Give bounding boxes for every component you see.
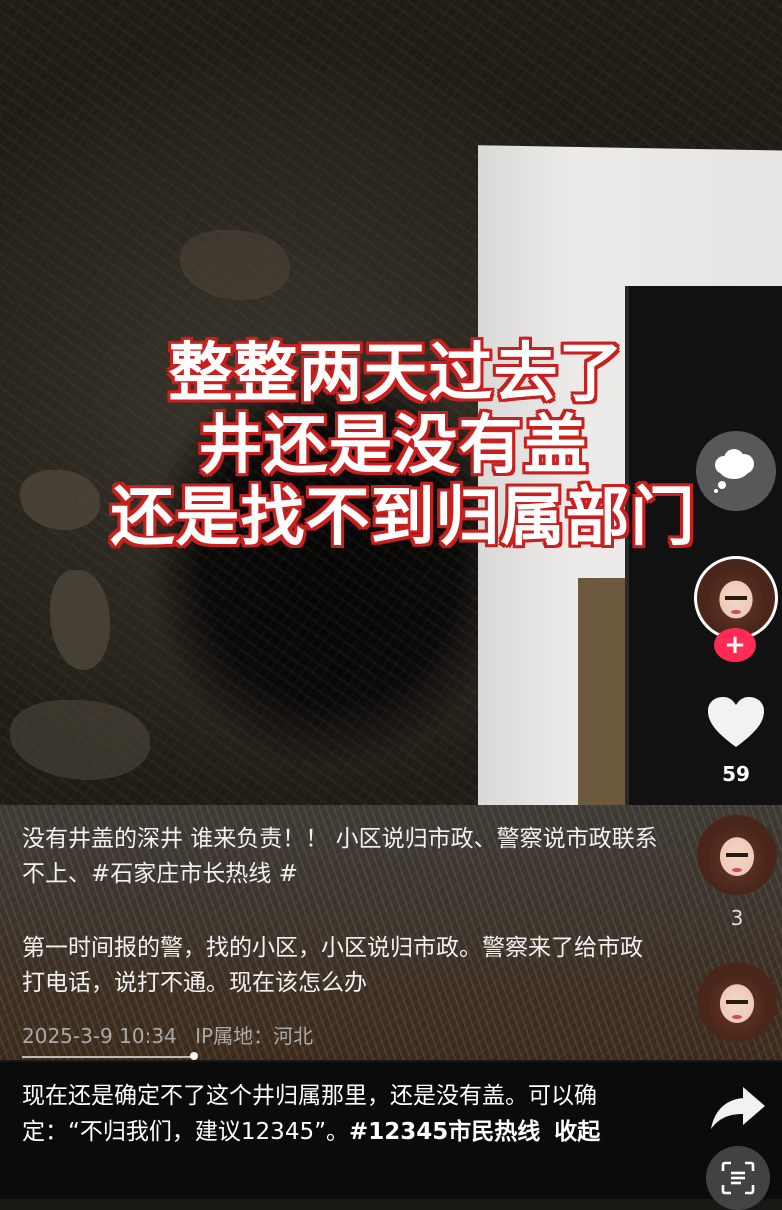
caption-hashtag[interactable]: #12345市民热线 <box>349 1119 540 1145</box>
commenter-avatar[interactable] <box>697 815 777 895</box>
overlay-line: 还是找不到归属部门 <box>110 481 696 555</box>
video-caption: 现在还是确定不了这个井归属那里，还是没有盖。可以确定：“不归我们，建议12345… <box>22 1078 662 1150</box>
avatar-eyes <box>725 852 749 858</box>
comment-bubble-icon <box>714 449 754 493</box>
like-count: 59 <box>722 762 750 786</box>
video-overlay-text: 整整两天过去了 井还是没有盖 还是找不到归属部门 <box>0 338 782 554</box>
scan-text-button[interactable] <box>706 1146 770 1210</box>
video-progress-bar[interactable] <box>22 1056 192 1058</box>
share-button[interactable] <box>706 1076 770 1140</box>
follow-button[interactable]: + <box>714 628 756 662</box>
video-frame[interactable]: 整整两天过去了 井还是没有盖 还是找不到归属部门 <box>0 0 782 805</box>
avatar-mouth <box>732 867 742 872</box>
comment-bubble-button[interactable] <box>696 431 776 511</box>
heart-icon <box>708 697 764 747</box>
like-button[interactable] <box>704 692 768 752</box>
reply-count: 3 <box>730 906 744 930</box>
avatar-eyes <box>725 595 747 601</box>
progress-handle[interactable] <box>190 1052 198 1060</box>
comment-text: 第一时间报的警，找的小区，小区说归市政。警察来了给市政打电话，说打不通。现在该怎… <box>22 935 643 996</box>
overlay-line: 整整两天过去了 <box>168 337 624 411</box>
avatar-mouth <box>731 610 741 615</box>
comment-date: 2025-3-9 10:34 <box>22 1024 177 1048</box>
comment-text: 没有井盖的深井 谁来负责！！ 小区说归市政、警察说市政联系不上、#石家庄市长热线… <box>22 826 658 887</box>
share-arrow-icon <box>711 1087 765 1129</box>
avatar-eyes <box>725 999 749 1005</box>
comment-ip-location: IP属地：河北 <box>195 1024 314 1048</box>
collapse-button[interactable]: 收起 <box>554 1119 600 1145</box>
scan-text-icon <box>721 1161 755 1195</box>
overlay-line: 井还是没有盖 <box>198 409 589 483</box>
commenter-avatar[interactable] <box>697 962 777 1042</box>
comment-meta: 2025-3-9 10:34 IP属地：河北 <box>22 1020 313 1049</box>
avatar-mouth <box>732 1014 742 1019</box>
